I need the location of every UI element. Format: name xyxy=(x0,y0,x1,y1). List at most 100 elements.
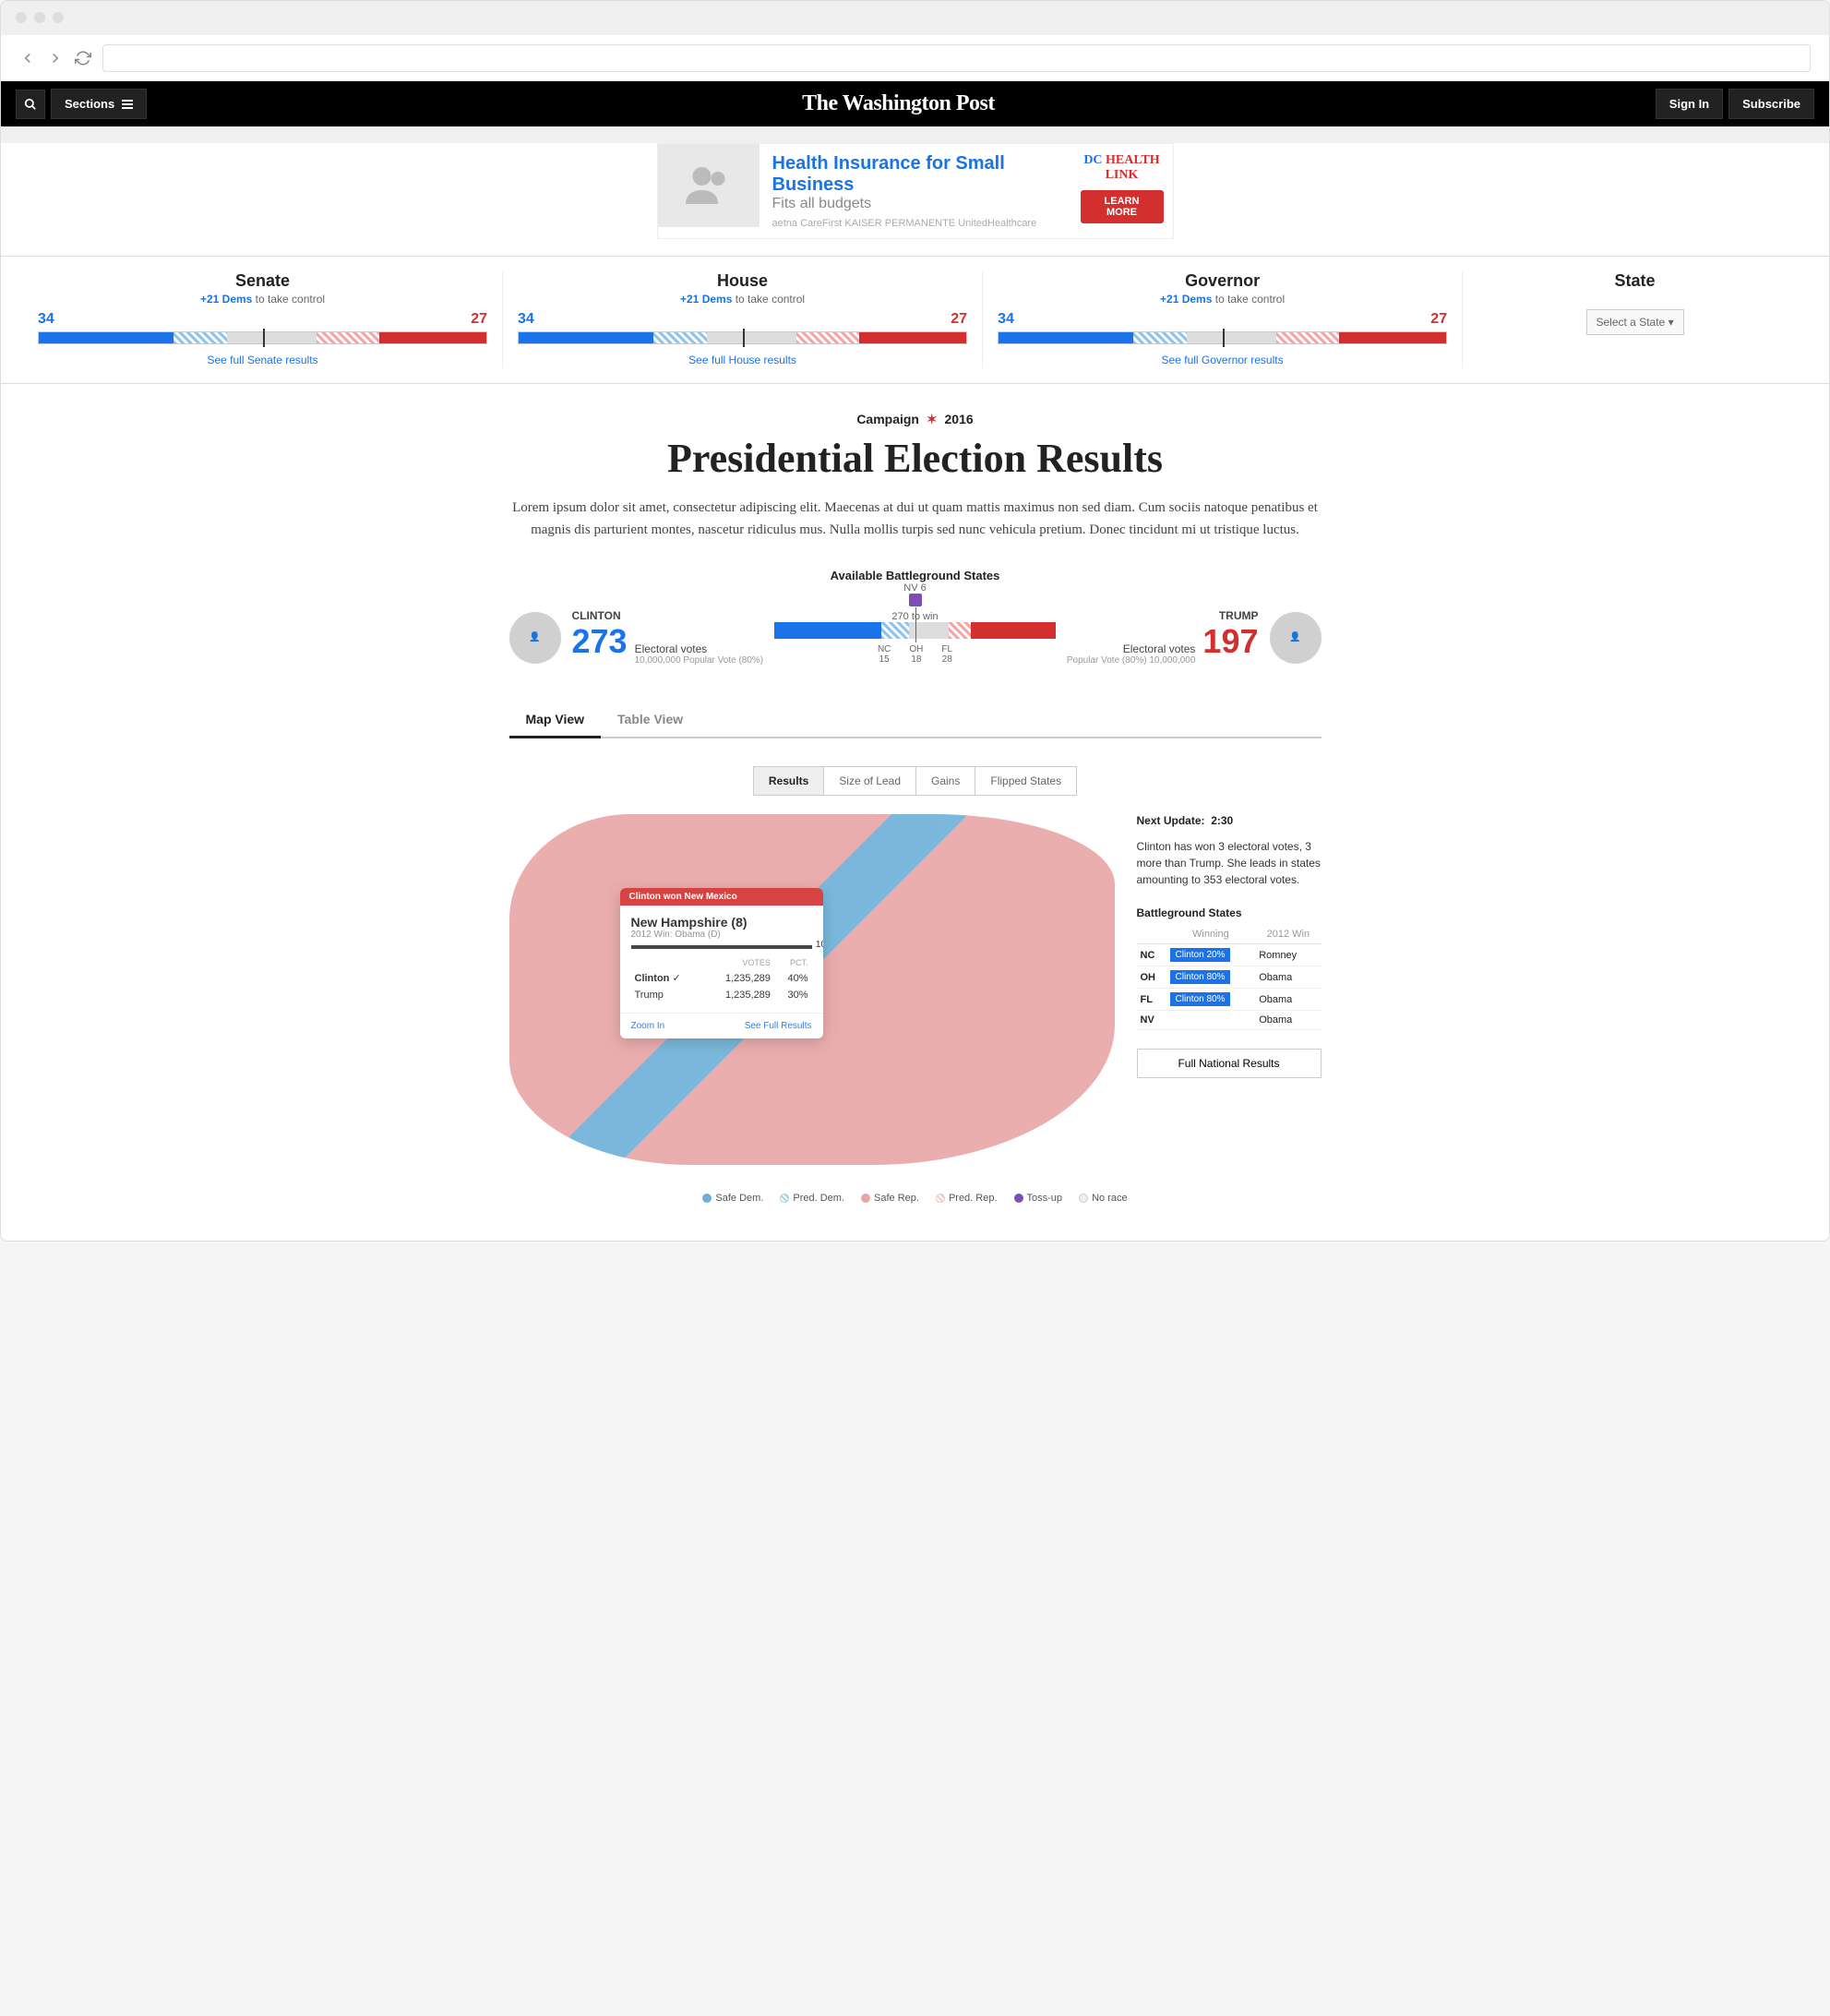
browser-window: Sections The Washington Post Sign In Sub… xyxy=(0,0,1830,1242)
ad-logos: aetna CareFirst KAISER PERMANENTE United… xyxy=(772,218,1059,229)
subscribe-button[interactable]: Subscribe xyxy=(1728,89,1814,119)
map-legend: Safe Dem. Pred. Dem. Safe Rep. Pred. Rep… xyxy=(509,1193,1322,1204)
clinton-ev-label: Electoral votes xyxy=(635,642,764,655)
close-dot[interactable] xyxy=(16,12,27,23)
tooltip-reporting-bar: 100% xyxy=(631,945,812,949)
legend-item: Pred. Rep. xyxy=(936,1193,998,1204)
back-icon[interactable] xyxy=(19,50,36,66)
table-row[interactable]: NCClinton 20%Romney xyxy=(1137,944,1322,966)
forward-icon[interactable] xyxy=(47,50,64,66)
browser-toolbar xyxy=(1,34,1829,81)
map-controls: Results Size of Lead Gains Flipped State… xyxy=(509,766,1322,796)
sections-label: Sections xyxy=(65,97,114,111)
side-description: Clinton has won 3 electoral votes, 3 mor… xyxy=(1137,838,1322,888)
map-ctrl-size-of-lead[interactable]: Size of Lead xyxy=(824,766,916,796)
senate-bar xyxy=(38,331,487,344)
ev-progress-bar xyxy=(774,622,1056,639)
people-icon xyxy=(681,158,736,213)
tooltip-reporting-pct: 100% xyxy=(816,940,823,950)
map-ctrl-gains[interactable]: Gains xyxy=(916,766,975,796)
campaign-tag: Campaign ✶ 2016 xyxy=(1,412,1829,427)
congressional-results-bar: Senate +21 Dems to take control 3427 See… xyxy=(1,256,1829,384)
legend-item: No race xyxy=(1079,1193,1128,1204)
clinton-name: CLINTON xyxy=(572,609,764,622)
signin-button[interactable]: Sign In xyxy=(1656,89,1723,119)
clinton-ev: 273 xyxy=(572,622,628,661)
state-select[interactable]: Select a State ▾ xyxy=(1586,309,1684,335)
ad-image xyxy=(658,144,760,227)
search-button[interactable] xyxy=(16,90,45,119)
view-tabs: Map View Table View xyxy=(509,702,1322,738)
intro-paragraph: Lorem ipsum dolor sit amet, consectetur … xyxy=(491,497,1340,541)
governor-link[interactable]: See full Governor results xyxy=(1162,354,1284,366)
trump-ev-label: Electoral votes xyxy=(1067,642,1196,655)
trump-pop-vote: Popular Vote (80%) 10,000,000 xyxy=(1067,655,1196,666)
page-title: Presidential Election Results xyxy=(1,435,1829,482)
senate-link[interactable]: See full Senate results xyxy=(207,354,317,366)
full-national-results-button[interactable]: Full National Results xyxy=(1137,1049,1322,1078)
ad-content: Health Insurance for Small Business Fits… xyxy=(760,144,1071,238)
evbar-title: Available Battleground States xyxy=(509,569,1322,582)
check-icon: ✓ xyxy=(672,973,680,984)
zoom-dot[interactable] xyxy=(53,12,64,23)
state-title: State xyxy=(1477,271,1792,291)
governor-nums: 3427 xyxy=(998,311,1447,328)
table-row[interactable]: NVObama xyxy=(1137,1011,1322,1030)
table-row: Clinton ✓1,235,28940% xyxy=(631,969,812,987)
ad-right: DC HEALTH LINK LEARN MORE xyxy=(1071,144,1173,238)
trump-name: TRUMP xyxy=(1067,609,1259,622)
url-bar[interactable] xyxy=(102,44,1811,72)
senate-title: Senate xyxy=(38,271,487,291)
electoral-vote-bar: Available Battleground States NV 6 👤 CLI… xyxy=(509,569,1322,666)
search-icon xyxy=(24,98,37,111)
reload-icon[interactable] xyxy=(75,50,91,66)
trump-ev: 197 xyxy=(1202,622,1258,661)
evbar-pending-states: NC15 OH18 FL28 xyxy=(774,644,1056,665)
table-row: Trump1,235,28930% xyxy=(631,987,812,1003)
trump-avatar: 👤 xyxy=(1270,612,1322,664)
legend-item: Toss-up xyxy=(1014,1193,1063,1204)
house-sub: +21 Dems to take control xyxy=(518,293,967,306)
tooltip-banner: Clinton won New Mexico xyxy=(620,888,823,906)
ad-brand: DC HEALTH LINK xyxy=(1081,153,1164,183)
page-content: Health Insurance for Small Business Fits… xyxy=(1,143,1829,1241)
masthead-logo[interactable]: The Washington Post xyxy=(147,91,1650,116)
sections-button[interactable]: Sections xyxy=(51,89,147,119)
clinton-avatar: 👤 xyxy=(509,612,561,664)
house-title: House xyxy=(518,271,967,291)
ad-banner[interactable]: Health Insurance for Small Business Fits… xyxy=(657,143,1174,239)
senate-result: Senate +21 Dems to take control 3427 See… xyxy=(23,271,503,368)
map-ctrl-flipped[interactable]: Flipped States xyxy=(975,766,1077,796)
tab-table-view[interactable]: Table View xyxy=(601,702,700,737)
next-update: Next Update: 2:30 xyxy=(1137,814,1322,827)
governor-sub: +21 Dems to take control xyxy=(998,293,1447,306)
governor-title: Governor xyxy=(998,271,1447,291)
house-link[interactable]: See full House results xyxy=(688,354,796,366)
house-nums: 3427 xyxy=(518,311,967,328)
minimize-dot[interactable] xyxy=(34,12,45,23)
table-row[interactable]: OHClinton 80%Obama xyxy=(1137,966,1322,989)
house-bar xyxy=(518,331,967,344)
state-tooltip: Clinton won New Mexico New Hampshire (8)… xyxy=(620,888,823,1038)
house-result: House +21 Dems to take control 3427 See … xyxy=(503,271,983,368)
ad-subtitle: Fits all budgets xyxy=(772,196,1059,212)
tooltip-state-title: New Hampshire (8) xyxy=(631,915,812,930)
tab-map-view[interactable]: Map View xyxy=(509,702,602,738)
tooltip-2012-win: 2012 Win: Obama (D) xyxy=(631,930,812,940)
table-row[interactable]: FLClinton 80%Obama xyxy=(1137,989,1322,1011)
map-ctrl-results[interactable]: Results xyxy=(753,766,824,796)
star-icon: ✶ xyxy=(927,412,938,426)
ad-cta-button[interactable]: LEARN MORE xyxy=(1081,190,1164,223)
tooltip-results-table: VOTESPCT. Clinton ✓1,235,28940% Trump1,2… xyxy=(631,956,812,1003)
tooltip-zoom-link[interactable]: Zoom In xyxy=(631,1021,665,1031)
chevron-down-icon: ▾ xyxy=(1669,316,1674,329)
legend-item: Pred. Dem. xyxy=(780,1193,844,1204)
senate-nums: 3427 xyxy=(38,311,487,328)
us-map[interactable]: Clinton won New Mexico New Hampshire (8)… xyxy=(509,814,1115,1165)
senate-sub: +21 Dems to take control xyxy=(38,293,487,306)
state-selector-col: State Select a State ▾ xyxy=(1463,271,1807,368)
tooltip-full-results-link[interactable]: See Full Results xyxy=(745,1021,812,1031)
governor-bar xyxy=(998,331,1447,344)
nv-chip xyxy=(909,594,922,606)
battleground-title: Battleground States xyxy=(1137,906,1322,919)
